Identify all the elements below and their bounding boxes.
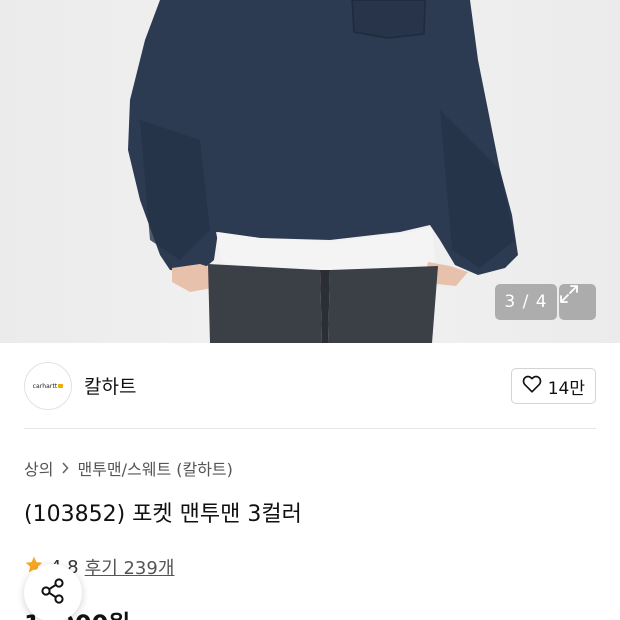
breadcrumb-subcategory[interactable]: 맨투맨/스웨트 (칼하트) (77, 456, 232, 480)
brand-logo-text: carhartt (32, 382, 58, 390)
brand-logo[interactable]: carhartt (24, 362, 72, 410)
review-count-link[interactable]: 후기 239개 (85, 554, 175, 580)
image-counter: 3 / 4 (495, 284, 557, 320)
like-count: 14만 (547, 378, 585, 399)
brand-logo-mark-icon (58, 384, 64, 388)
expand-image-button[interactable] (559, 284, 596, 320)
breadcrumb-category[interactable]: 상의 (24, 456, 53, 480)
share-icon (39, 577, 67, 609)
breadcrumb: 상의 맨투맨/스웨트 (칼하트) (24, 456, 233, 480)
like-button[interactable]: 14만 (510, 368, 596, 404)
brand-name[interactable]: 칼하트 (84, 372, 136, 399)
product-title: (103852) 포켓 맨투맨 3컬러 (24, 502, 302, 527)
share-button[interactable] (24, 564, 82, 620)
heart-outline-icon (522, 375, 542, 397)
brand-row: carhartt 칼하트 14만 (24, 362, 596, 410)
product-image[interactable]: 3 / 4 (0, 0, 620, 343)
divider (24, 428, 596, 429)
chevron-right-icon (61, 462, 70, 474)
